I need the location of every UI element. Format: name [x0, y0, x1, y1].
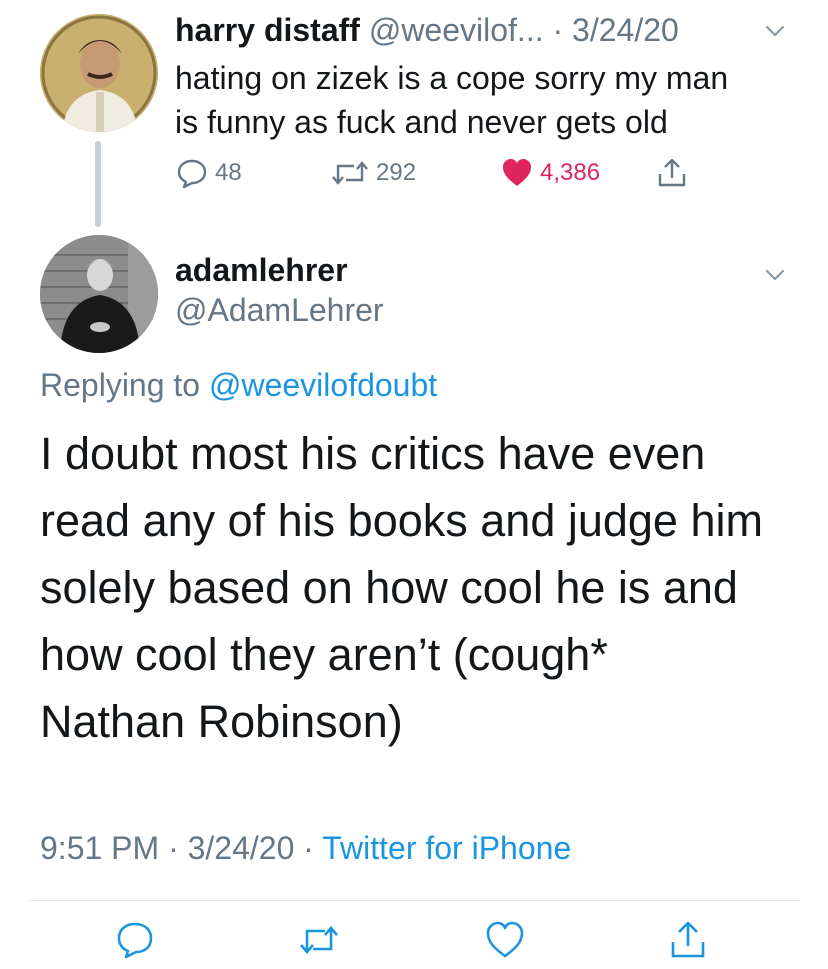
reply-count: 48	[215, 159, 242, 186]
tweet-text-line: I doubt most his critics have even	[40, 428, 706, 479]
reply-icon	[117, 922, 153, 959]
author-handle[interactable]: @weevilof...	[369, 12, 544, 48]
tweet-date[interactable]: 3/24/20	[188, 830, 295, 866]
tweet-text-line: solely based on how cool he is and	[40, 562, 738, 613]
share-button[interactable]	[655, 155, 695, 191]
thread-line	[95, 141, 101, 227]
share-icon	[671, 921, 705, 958]
tweet-header: harry distaff @weevilof... · 3/24/20	[175, 12, 679, 49]
tweet-text-line: is funny as fuck and never gets old	[175, 104, 668, 140]
tweet-meta: 9:51 PM · 3/24/20 · Twitter for iPhone	[40, 830, 571, 867]
heart-icon	[503, 159, 531, 186]
retweet-icon	[300, 926, 338, 954]
tweet-text: I doubt most his critics have even read …	[40, 420, 800, 755]
meta-separator: ·	[159, 830, 188, 866]
reply-icon	[177, 159, 207, 189]
chevron-down-icon[interactable]	[762, 18, 788, 44]
author-name[interactable]: harry distaff	[175, 12, 360, 48]
tweet-text-line: read any of his books and judge him	[40, 495, 763, 546]
like-button[interactable]	[483, 918, 527, 962]
meta-separator: ·	[294, 830, 323, 866]
tweet-time[interactable]: 9:51 PM	[40, 830, 159, 866]
replying-to-link[interactable]: @weevilofdoubt	[209, 367, 437, 403]
reply-button[interactable]	[113, 918, 157, 962]
retweet-count: 292	[376, 159, 417, 186]
tweet-text-line: how cool they aren’t (cough*	[40, 629, 608, 680]
retweet-button[interactable]	[297, 918, 341, 962]
author-name[interactable]: adamlehrer	[175, 252, 348, 289]
reply-button[interactable]: 48	[175, 155, 242, 191]
retweet-button[interactable]: 292	[330, 155, 416, 191]
share-button[interactable]	[666, 918, 710, 962]
tweet-text-line: hating on zizek is a cope sorry my man	[175, 60, 729, 96]
avatar[interactable]	[40, 235, 158, 353]
like-button[interactable]: 4,386	[500, 155, 600, 191]
avatar[interactable]	[40, 14, 158, 132]
author-handle[interactable]: @AdamLehrer	[175, 292, 384, 329]
retweet-icon	[332, 161, 368, 185]
tweet-source-link[interactable]: Twitter for iPhone	[322, 830, 571, 866]
share-icon	[658, 158, 686, 187]
tweet-text: hating on zizek is a cope sorry my man i…	[175, 56, 795, 144]
tweet-date[interactable]: · 3/24/20	[552, 12, 678, 48]
replying-to: Replying to @weevilofdoubt	[40, 367, 437, 404]
replying-prefix: Replying to	[40, 367, 209, 403]
like-count: 4,386	[540, 159, 601, 186]
heart-icon	[486, 921, 524, 958]
divider	[28, 900, 800, 901]
tweet-text-line: Nathan Robinson)	[40, 696, 403, 747]
chevron-down-icon[interactable]	[762, 262, 788, 288]
